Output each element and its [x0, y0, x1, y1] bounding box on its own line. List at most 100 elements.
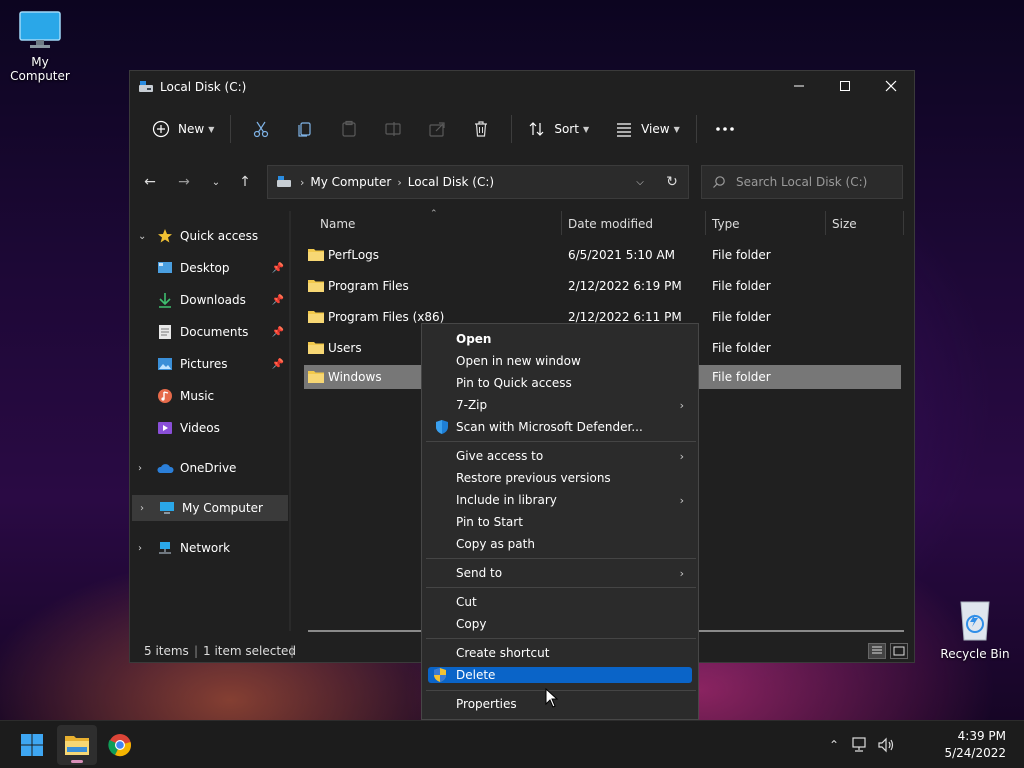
volume-button[interactable] — [876, 735, 896, 755]
menu-separator — [426, 638, 696, 639]
paste-button[interactable] — [337, 117, 361, 141]
thumbnails-view-button[interactable] — [890, 643, 908, 659]
column-header-size[interactable]: Size — [832, 217, 857, 231]
details-view-button[interactable] — [868, 643, 886, 659]
file-row[interactable]: PerfLogs 6/5/2021 5:10 AM File folder — [304, 241, 901, 269]
column-header-date[interactable]: Date modified — [568, 217, 653, 231]
command-bar: New ▼ Sort ▼ View ▼ — [130, 107, 914, 151]
delete-button[interactable] — [469, 117, 493, 141]
file-name: Windows — [328, 370, 382, 384]
copy-button[interactable] — [293, 117, 317, 141]
nav-item-my-computer[interactable]: › My Computer — [132, 495, 288, 521]
nav-item-quick-access[interactable]: ⌄ Quick access — [130, 223, 290, 249]
back-button[interactable]: ← — [136, 169, 164, 195]
cut-button[interactable] — [249, 117, 273, 141]
clock[interactable]: 4:39 PM 5/24/2022 — [944, 728, 1006, 762]
column-divider[interactable] — [561, 211, 562, 235]
column-header-row: Name ⌃ Date modified Type Size — [302, 209, 904, 235]
column-header-type[interactable]: Type — [712, 217, 740, 231]
chevron-right-icon[interactable]: › — [138, 463, 152, 474]
breadcrumb-local-disk[interactable]: Local Disk (C:) — [408, 175, 494, 189]
menu-item-pin-quick-access[interactable]: Pin to Quick access — [426, 372, 694, 394]
nav-item-label: My Computer — [182, 501, 263, 515]
desktop-icon-label: My Computer — [10, 55, 70, 83]
menu-item-cut[interactable]: Cut — [426, 591, 694, 613]
more-options-button[interactable] — [713, 117, 737, 141]
context-menu: Open Open in new window Pin to Quick acc… — [421, 323, 699, 720]
scissors-icon — [254, 121, 269, 138]
column-divider[interactable] — [825, 211, 826, 235]
menu-item-open[interactable]: Open — [426, 328, 694, 350]
nav-item-documents[interactable]: Documents 📌 — [130, 319, 290, 345]
column-divider[interactable] — [705, 211, 706, 235]
maximize-button[interactable] — [822, 71, 868, 101]
share-icon — [429, 122, 445, 137]
menu-item-create-shortcut[interactable]: Create shortcut — [426, 642, 694, 664]
title-bar[interactable]: Local Disk (C:) — [130, 71, 914, 103]
menu-item-give-access[interactable]: Give access to › — [426, 445, 694, 467]
network-status-button[interactable] — [850, 735, 870, 755]
thumbnails-view-icon — [893, 646, 905, 656]
up-button[interactable]: ↑ — [231, 169, 259, 195]
view-button[interactable]: View ▼ — [607, 113, 688, 145]
search-box[interactable]: Search Local Disk (C:) — [701, 165, 903, 199]
menu-item-properties[interactable]: Properties — [426, 693, 694, 715]
recent-locations-button[interactable]: ⌄ — [202, 169, 230, 195]
nav-item-desktop[interactable]: Desktop 📌 — [130, 255, 290, 281]
nav-item-pictures[interactable]: Pictures 📌 — [130, 351, 290, 377]
menu-item-copy[interactable]: Copy — [426, 613, 694, 635]
column-divider[interactable] — [903, 211, 904, 235]
share-button[interactable] — [425, 117, 449, 141]
menu-item-send-to[interactable]: Send to › — [426, 562, 694, 584]
close-button[interactable] — [868, 71, 914, 101]
menu-item-label: 7-Zip — [456, 398, 488, 412]
new-label: New — [178, 122, 205, 136]
nav-item-network[interactable]: › Network — [130, 535, 290, 561]
nav-item-downloads[interactable]: Downloads 📌 — [130, 287, 290, 313]
new-button[interactable]: New ▼ — [144, 113, 222, 145]
chevron-down-icon: ▼ — [673, 124, 680, 134]
minimize-button[interactable] — [776, 71, 822, 101]
mouse-cursor-icon — [545, 688, 559, 708]
chevron-right-icon[interactable]: › — [138, 543, 152, 554]
address-bar[interactable]: › My Computer › Local Disk (C:) ⌵ ↻ — [267, 165, 689, 199]
selection-count: 1 item selected — [203, 644, 297, 658]
file-row[interactable]: Program Files 2/12/2022 6:19 PM File fol… — [304, 272, 901, 300]
menu-separator — [426, 558, 696, 559]
chevron-down-icon[interactable]: ⌄ — [138, 231, 152, 242]
rename-button[interactable] — [381, 117, 405, 141]
sort-button[interactable]: Sort ▼ — [520, 113, 597, 145]
menu-item-pin-start[interactable]: Pin to Start — [426, 511, 694, 533]
monitor-icon — [158, 500, 176, 516]
chevron-right-icon[interactable]: › — [140, 503, 154, 514]
menu-item-label: Pin to Quick access — [456, 376, 572, 390]
file-date: 2/12/2022 6:11 PM — [568, 310, 682, 324]
forward-button[interactable]: → — [170, 169, 198, 195]
copy-icon — [298, 122, 311, 137]
file-explorer-taskbar-button[interactable] — [57, 725, 97, 765]
chrome-taskbar-button[interactable] — [100, 725, 140, 765]
show-hidden-icons-button[interactable]: ⌃ — [824, 735, 844, 755]
file-date: 2/12/2022 6:19 PM — [568, 279, 682, 293]
nav-item-music[interactable]: Music — [130, 383, 290, 409]
column-header-name[interactable]: Name — [320, 217, 355, 231]
menu-item-open-new-window[interactable]: Open in new window — [426, 350, 694, 372]
start-button[interactable] — [12, 725, 52, 765]
menu-item-copy-path[interactable]: Copy as path — [426, 533, 694, 555]
menu-item-scan-defender[interactable]: Scan with Microsoft Defender... — [426, 416, 694, 438]
pane-splitter[interactable] — [289, 211, 291, 631]
view-label: View — [641, 122, 670, 136]
refresh-button[interactable]: ↻ — [656, 174, 688, 190]
desktop-icon-my-computer[interactable]: My Computer — [0, 10, 80, 83]
document-icon — [156, 324, 174, 340]
file-type: File folder — [712, 310, 771, 324]
nav-item-onedrive[interactable]: › OneDrive — [130, 455, 290, 481]
nav-item-videos[interactable]: Videos — [130, 415, 290, 441]
menu-item-delete[interactable]: Delete — [428, 667, 692, 683]
menu-item-include-library[interactable]: Include in library › — [426, 489, 694, 511]
menu-item-7zip[interactable]: 7-Zip › — [426, 394, 694, 416]
desktop-icon-recycle-bin[interactable]: Recycle Bin — [935, 598, 1015, 661]
breadcrumb-my-computer[interactable]: My Computer — [310, 175, 391, 189]
address-dropdown-button[interactable]: ⌵ — [624, 177, 656, 188]
menu-item-restore-versions[interactable]: Restore previous versions — [426, 467, 694, 489]
